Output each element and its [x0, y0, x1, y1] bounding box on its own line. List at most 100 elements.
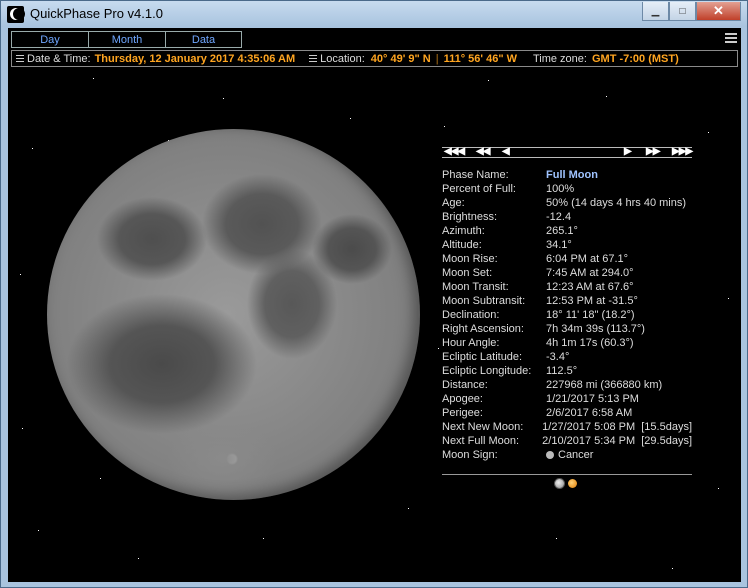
row-label: Distance:	[442, 379, 488, 391]
data-row-altitude: Altitude: 34.1°	[442, 238, 692, 252]
moon-image	[47, 129, 420, 500]
minimize-button[interactable]: ▁	[642, 2, 669, 21]
row-label: Apogee:	[442, 393, 483, 405]
datetime-value[interactable]: Thursday, 12 January 2017 4:35:06 AM	[95, 53, 296, 65]
star	[488, 80, 489, 81]
forward-hour-button[interactable]: ▶	[624, 146, 632, 157]
back-month-button[interactable]: ◀◀◀	[444, 146, 465, 157]
timezone-label: Time zone:	[532, 52, 587, 65]
star	[606, 96, 607, 97]
row-label: Percent of Full:	[442, 183, 516, 195]
star	[438, 348, 439, 349]
tab-day[interactable]: Day	[11, 31, 88, 48]
star	[718, 488, 719, 489]
data-row-declination: Declination: 18° 11' 18" (18.2°)	[442, 308, 692, 322]
moon-mode-icon[interactable]	[554, 478, 565, 489]
row-label: Altitude:	[442, 239, 482, 251]
close-button[interactable]: ✕	[696, 2, 741, 21]
data-row-ecliptic-longitude: Ecliptic Longitude: 112.5°	[442, 364, 692, 378]
row-value: 265.1°	[546, 225, 578, 237]
row-value: 7h 34m 39s (113.7°)	[546, 323, 645, 335]
star	[728, 298, 729, 299]
star	[20, 274, 21, 275]
row-value: 1/21/2017 5:13 PM	[546, 393, 639, 405]
data-row-apogee: Apogee: 1/21/2017 5:13 PM	[442, 392, 692, 406]
sun-mode-icon[interactable]	[568, 479, 577, 488]
data-row-moon-sign: Moon Sign: Cancer	[442, 448, 692, 462]
location-label: Location:	[320, 52, 365, 65]
tab-month[interactable]: Month	[88, 31, 165, 48]
row-label: Age:	[442, 197, 465, 209]
data-row-perigee: Perigee: 2/6/2017 6:58 AM	[442, 406, 692, 420]
row-label: Next Full Moon:	[442, 435, 520, 447]
row-label: Ecliptic Longitude:	[442, 365, 532, 377]
data-row-brightness: Brightness: -12.4	[442, 210, 692, 224]
moon-data-panel: ◀◀◀ ◀◀ ◀ ▶ ▶▶ ▶▶▶ Phase Name: Full Moon P…	[442, 146, 693, 489]
row-value: 4h 1m 17s (60.3°)	[546, 337, 634, 349]
timezone-value[interactable]: GMT -7:00 (MST)	[592, 53, 679, 65]
row-value: -3.4°	[546, 351, 570, 363]
data-row-next-new-moon: Next New Moon: 1/27/2017 5:08 PM [15.5day…	[442, 420, 692, 434]
star	[408, 508, 409, 509]
row-value: 2/10/2017 5:34 PM [29.5days]	[542, 435, 692, 447]
app-window: QuickPhase Pro v4.1.0 ▁ □ ✕ Day Month Da…	[0, 0, 748, 588]
data-row-ecliptic-latitude: Ecliptic Latitude: -3.4°	[442, 350, 692, 364]
cancer-sign-icon	[546, 451, 554, 459]
row-value: 100%	[546, 183, 575, 195]
main-view: Day Month Data Date & Time: Thursday, 12…	[8, 28, 741, 582]
view-tabs: Day Month Data	[11, 31, 242, 48]
datetime-label: Date & Time:	[27, 52, 91, 65]
data-row-age: Age: 50% (14 days 4 hrs 40 mins)	[442, 196, 692, 210]
row-label: Moon Subtransit:	[442, 295, 526, 307]
row-value: 6:04 PM at 67.1°	[546, 253, 629, 265]
row-value: 1/27/2017 5:08 PM [15.5days]	[542, 421, 692, 433]
data-row-hour-angle: Hour Angle: 4h 1m 17s (60.3°)	[442, 336, 692, 350]
title-bar[interactable]: QuickPhase Pro v4.1.0 ▁ □ ✕	[1, 1, 747, 27]
row-label: Moon Set:	[442, 267, 493, 279]
maximize-button[interactable]: □	[669, 2, 696, 21]
location-menu-icon[interactable]	[309, 55, 318, 62]
star	[444, 126, 445, 127]
row-label: Right Ascension:	[442, 323, 524, 335]
back-hour-button[interactable]: ◀	[502, 146, 510, 157]
star	[38, 530, 39, 531]
forward-month-button[interactable]: ▶▶▶	[672, 146, 693, 157]
latitude-value[interactable]: 40° 49' 9" N	[371, 53, 431, 65]
row-value: 2/6/2017 6:58 AM	[546, 407, 633, 419]
star	[138, 558, 139, 559]
datetime-menu-icon[interactable]	[16, 55, 24, 62]
tab-data[interactable]: Data	[165, 31, 242, 48]
row-value: 18° 11' 18" (18.2°)	[546, 309, 635, 321]
row-label: Moon Sign:	[442, 449, 498, 461]
row-value: 112.5°	[546, 365, 578, 377]
star	[350, 118, 351, 119]
row-value: 12:23 AM at 67.6°	[546, 281, 634, 293]
data-row-moon-transit: Moon Transit: 12:23 AM at 67.6°	[442, 280, 692, 294]
moon-data-table: Phase Name: Full Moon Percent of Full: 100…	[442, 168, 692, 462]
forward-day-button[interactable]: ▶▶	[646, 146, 660, 157]
row-label: Phase Name:	[442, 169, 509, 181]
row-label: Ecliptic Latitude:	[442, 351, 523, 363]
hamburger-menu-icon[interactable]	[725, 33, 737, 44]
back-day-button[interactable]: ◀◀	[476, 146, 490, 157]
row-value: 7:45 AM at 294.0°	[546, 267, 634, 279]
data-row-percent-full: Percent of Full: 100%	[442, 182, 692, 196]
star	[672, 568, 673, 569]
row-value: 34.1°	[546, 239, 572, 251]
star	[263, 538, 264, 539]
row-value: 50% (14 days 4 hrs 40 mins)	[546, 197, 687, 209]
date-navigation: ◀◀◀ ◀◀ ◀ ▶ ▶▶ ▶▶▶	[442, 146, 693, 158]
row-label: Moon Rise:	[442, 253, 498, 265]
window-title: QuickPhase Pro v4.1.0	[30, 6, 163, 21]
star	[22, 428, 23, 429]
divider: |	[435, 52, 439, 65]
info-bar: Date & Time: Thursday, 12 January 2017 4…	[11, 50, 738, 67]
row-value: 227968 mi (366880 km)	[546, 379, 663, 391]
panel-divider	[442, 474, 692, 475]
data-row-moon-rise: Moon Rise: 6:04 PM at 67.1°	[442, 252, 692, 266]
data-row-phase-name: Phase Name: Full Moon	[442, 168, 692, 182]
longitude-value[interactable]: 111° 56' 46" W	[444, 53, 517, 65]
star	[223, 98, 224, 99]
row-value: Cancer	[558, 449, 594, 461]
app-moon-icon[interactable]	[7, 6, 25, 23]
